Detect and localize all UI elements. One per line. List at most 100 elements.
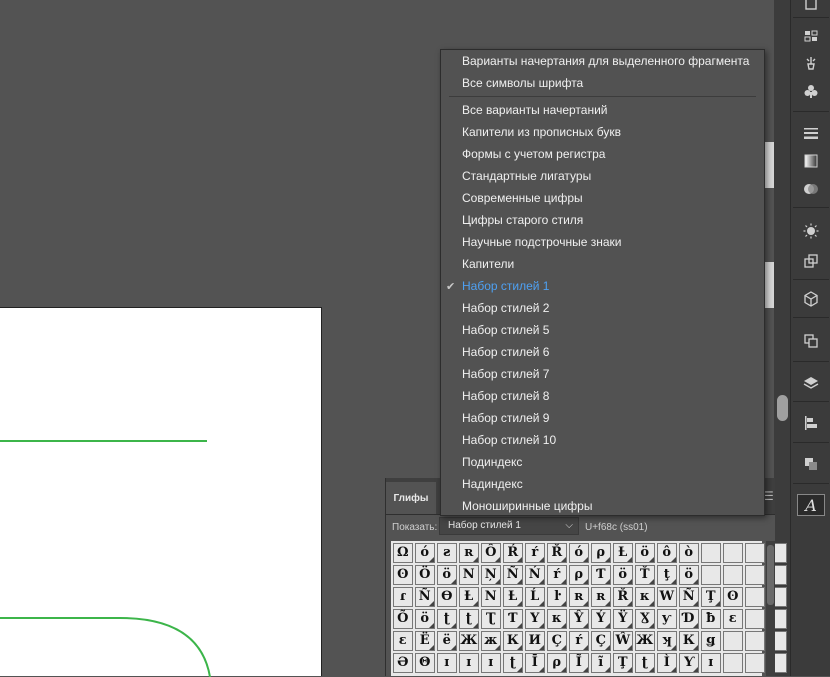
glyph-cell[interactable]: Ö [414, 564, 435, 585]
glyph-cell[interactable]: ɾ [392, 586, 413, 607]
glyph-cell[interactable]: κ [546, 608, 567, 629]
artboard[interactable] [0, 307, 322, 677]
glyph-cell[interactable]: ƀ [700, 608, 721, 629]
glyph-cell[interactable] [722, 564, 743, 585]
glyph-cell[interactable]: Ŕ [502, 542, 523, 563]
glyph-cell[interactable]: ρ [546, 652, 567, 673]
glyph-cell[interactable]: ö [634, 542, 655, 563]
glyph-cell[interactable]: Ř [612, 586, 633, 607]
glyph-cell[interactable]: ɪ [700, 652, 721, 673]
glyph-cell[interactable] [744, 630, 765, 651]
swatches-grid-icon[interactable] [797, 25, 825, 47]
glyph-cell[interactable]: ɪ [458, 652, 479, 673]
glyph-cell[interactable]: ʀ [568, 586, 589, 607]
glyph-cell[interactable]: ŕ [546, 564, 567, 585]
glyph-cell[interactable]: Ƚ [502, 586, 523, 607]
3d-cube-icon[interactable] [797, 288, 825, 310]
glyph-cell[interactable]: Ţ [612, 652, 633, 673]
glyph-cell[interactable] [744, 652, 765, 673]
menu-item[interactable]: Варианты начертания для выделенного фраг… [462, 54, 749, 68]
glyph-cell[interactable]: Ŵ [612, 630, 633, 651]
glyph-cell[interactable]: κ [634, 586, 655, 607]
glyph-cell[interactable]: Ν [458, 564, 479, 585]
canvas-scroll-thumb[interactable] [777, 395, 788, 421]
glyph-cell[interactable]: Ə [392, 652, 413, 673]
glyph-cell[interactable]: Ɗ [678, 608, 699, 629]
glyph-cell[interactable]: W [656, 586, 677, 607]
gradient-icon[interactable] [797, 150, 825, 172]
glyph-cell[interactable]: ƴ [656, 608, 677, 629]
glyph-cell[interactable]: ʘ [722, 586, 743, 607]
glyph-cell[interactable]: ô [656, 542, 677, 563]
glyph-grid-scrollbar[interactable] [766, 541, 775, 676]
glyph-cell[interactable]: Ƭ [502, 608, 523, 629]
glyph-cell[interactable]: ʘ [392, 564, 413, 585]
glyph-cell[interactable]: ɪ [436, 652, 457, 673]
glyph-cell[interactable]: Ĩ [568, 652, 589, 673]
appearance-sun-icon[interactable] [797, 220, 825, 242]
glyph-cell[interactable] [744, 542, 765, 563]
menu-item[interactable]: Современные цифры [462, 191, 583, 205]
glyph-cell[interactable]: Ɣ [634, 608, 655, 629]
menu-item[interactable]: Стандартные лигатуры [462, 169, 591, 183]
glyph-cell[interactable]: ö [612, 564, 633, 585]
glyph-cell[interactable]: ǥ [700, 630, 721, 651]
glyph-cell[interactable]: ë [436, 630, 457, 651]
menu-item[interactable]: Формы с учетом регистра [462, 147, 605, 161]
glyph-cell[interactable]: Ж [634, 630, 655, 651]
glyph-cell[interactable]: ʀ [590, 586, 611, 607]
menu-item[interactable]: Моноширинные цифры [462, 499, 592, 513]
menu-item[interactable]: Капители [462, 257, 514, 271]
menu-item[interactable]: Надиндекс [462, 477, 523, 491]
glyph-cell[interactable]: ƨ [436, 542, 457, 563]
glyph-cell[interactable]: Ĺ [524, 586, 545, 607]
menu-item[interactable]: Цифры старого стиля [462, 213, 583, 227]
glyph-cell[interactable]: Ѳ [436, 586, 457, 607]
glyph-cell[interactable] [700, 564, 721, 585]
glyph-cell[interactable] [744, 608, 765, 629]
show-dropdown[interactable]: Набор стилей 1 ⌵ [439, 517, 579, 535]
menu-item[interactable]: Набор стилей 2 [462, 301, 549, 315]
glyph-cell[interactable]: Θ [414, 652, 435, 673]
menu-item[interactable]: Набор стилей 6 [462, 345, 549, 359]
glyph-cell[interactable]: Ř [546, 542, 567, 563]
glyph-cell[interactable]: Ʈ [480, 608, 501, 629]
glyph-cell[interactable]: Ƭ [590, 564, 611, 585]
glyph-cell[interactable]: Ń [524, 564, 545, 585]
glyph-cell[interactable]: ö [414, 608, 435, 629]
glyph-cell[interactable]: ĩ [590, 652, 611, 673]
glyph-cell[interactable]: Ŷ [568, 608, 589, 629]
glyph-cell[interactable]: ö [678, 564, 699, 585]
menu-item[interactable]: Все варианты начертаний [462, 103, 608, 117]
glyph-cell[interactable]: ó [414, 542, 435, 563]
menu-item[interactable]: Капители из прописных букв [462, 125, 621, 139]
glyph-cell[interactable]: Ņ [480, 564, 501, 585]
glyph-cell[interactable]: Õ [392, 608, 413, 629]
tab-glyphs[interactable]: Глифы [386, 482, 436, 514]
glyph-cell[interactable]: И [524, 630, 545, 651]
glyph-grid-scroll-thumb[interactable] [767, 545, 774, 605]
pathfinder-icon[interactable] [797, 453, 825, 475]
glyph-cell[interactable]: ʀ [458, 542, 479, 563]
glyph-cell[interactable]: Ô [480, 542, 501, 563]
artboards-icon[interactable] [797, 330, 825, 352]
menu-item[interactable]: Подиндекс [462, 455, 522, 469]
glyph-cell[interactable]: ɪ [480, 652, 501, 673]
glyph-cell[interactable]: Ý [590, 608, 611, 629]
menu-item[interactable]: Набор стилей 10 [462, 433, 556, 447]
glyph-cell[interactable]: Ñ [678, 586, 699, 607]
glyph-cell[interactable]: Ÿ [612, 608, 633, 629]
glyph-cell[interactable]: Ì [656, 652, 677, 673]
glyph-cell[interactable]: ʈ [502, 652, 523, 673]
align-icon[interactable] [797, 412, 825, 434]
glyph-cell[interactable]: Ν [480, 586, 501, 607]
glyph-cell[interactable]: ŀ [546, 586, 567, 607]
glyph-cell[interactable]: ʈ [634, 652, 655, 673]
glyph-cell[interactable]: К [502, 630, 523, 651]
graphic-styles-icon[interactable] [797, 250, 825, 272]
glyph-cell[interactable]: К [678, 630, 699, 651]
glyphs-italic-a-icon[interactable]: A [797, 494, 825, 516]
glyph-cell[interactable]: Ç [590, 630, 611, 651]
glyph-cell[interactable] [744, 564, 765, 585]
glyph-cell[interactable]: Ñ [414, 586, 435, 607]
